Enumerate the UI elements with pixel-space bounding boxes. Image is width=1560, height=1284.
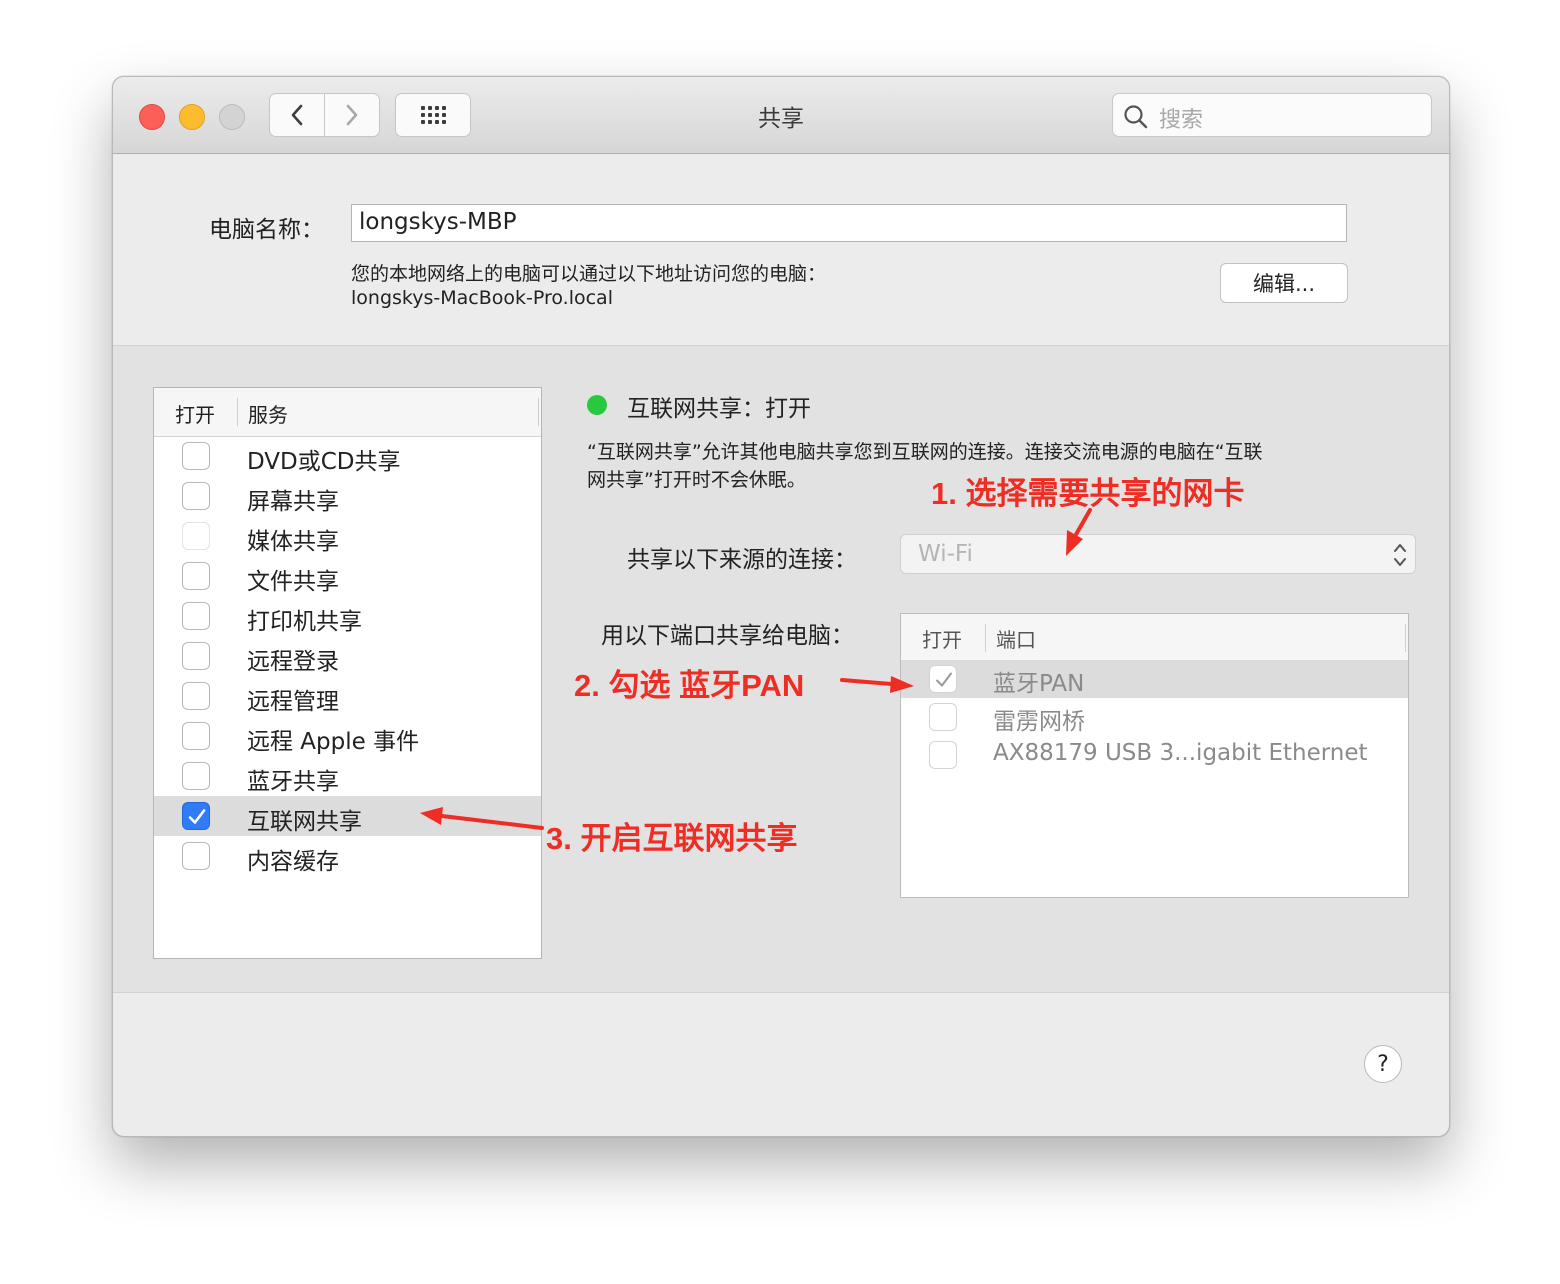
services-list-header: 打开 服务 [154, 388, 541, 437]
service-row-remote-management[interactable]: 远程管理 [154, 676, 541, 716]
computer-name-input[interactable]: longskys-MBP [351, 204, 1347, 242]
column-header-on[interactable]: 打开 [175, 399, 215, 428]
port-checkbox[interactable] [929, 703, 957, 731]
status-indicator [587, 395, 607, 415]
column-header-port[interactable]: 端口 [996, 624, 1036, 653]
local-address: longskys-MacBook-Pro.local [351, 287, 613, 309]
service-label: 远程登录 [247, 649, 339, 675]
service-row-content-cache[interactable]: 内容缓存 [154, 836, 541, 876]
service-row-file[interactable]: 文件共享 [154, 556, 541, 596]
service-checkbox[interactable] [182, 602, 210, 630]
help-button[interactable]: ? [1364, 1045, 1402, 1083]
checkmark-icon [188, 809, 206, 824]
service-row-printer[interactable]: 打印机共享 [154, 596, 541, 636]
search-icon [1124, 105, 1148, 129]
service-row-media[interactable]: 媒体共享 [154, 516, 541, 556]
sharing-description: “互联网共享”允许其他电脑共享您到互联网的连接。连接交流电源的电脑在“互联 [587, 441, 1263, 463]
sharing-window: 共享 搜索 电脑名称： longskys-MBP 您的本地网络上的电脑可以通过以… [112, 76, 1450, 1137]
source-connection-value: Wi-Fi [918, 541, 973, 567]
port-row-thunderbolt-bridge[interactable]: 雷雳网桥 [901, 698, 1408, 736]
annotation-step-3: 3. 开启互联网共享 [546, 821, 798, 856]
service-row-bluetooth[interactable]: 蓝牙共享 [154, 756, 541, 796]
search-placeholder: 搜索 [1159, 108, 1204, 133]
service-checkbox[interactable] [182, 522, 210, 550]
service-label: 互联网共享 [247, 809, 362, 835]
service-label: 打印机共享 [247, 609, 362, 635]
address-description: 您的本地网络上的电脑可以通过以下地址访问您的电脑： [351, 263, 827, 285]
source-connection-select[interactable]: Wi-Fi [900, 534, 1416, 574]
service-label: 蓝牙共享 [247, 769, 339, 795]
checkmark-icon [936, 672, 952, 687]
service-checkbox[interactable] [182, 642, 210, 670]
service-checkbox[interactable] [182, 482, 210, 510]
service-label: 内容缓存 [247, 849, 339, 875]
service-checkbox[interactable] [182, 562, 210, 590]
column-divider [1405, 624, 1406, 652]
column-header-service[interactable]: 服务 [248, 399, 288, 428]
ports-list[interactable]: 打开 端口 蓝牙PAN 雷雳网桥 AX88179 USB 3...igabit … [900, 613, 1409, 898]
edit-button[interactable]: 编辑... [1220, 263, 1348, 303]
service-label: DVD或CD共享 [247, 449, 401, 475]
sharing-status: 互联网共享：打开 [627, 396, 811, 422]
annotation-step-2: 2. 勾选 蓝牙PAN [574, 668, 805, 703]
service-label: 屏幕共享 [247, 489, 339, 515]
service-row-apple-events[interactable]: 远程 Apple 事件 [154, 716, 541, 756]
service-checkbox-checked[interactable] [182, 802, 210, 830]
service-checkbox[interactable] [182, 682, 210, 710]
computer-name-label: 电脑名称： [209, 217, 324, 243]
search-field[interactable]: 搜索 [1112, 93, 1432, 137]
sharing-description-cont: 网共享”打开时不会休眠。 [587, 469, 806, 491]
service-checkbox[interactable] [182, 842, 210, 870]
service-row-internet-sharing[interactable]: 互联网共享 [154, 796, 541, 836]
port-checkbox[interactable] [929, 741, 957, 769]
port-row-bluetooth-pan[interactable]: 蓝牙PAN [901, 660, 1408, 698]
port-checkbox-checked[interactable] [929, 665, 957, 693]
service-row-dvd[interactable]: DVD或CD共享 [154, 436, 541, 476]
service-label: 远程管理 [247, 689, 339, 715]
title-bar: 共享 搜索 [113, 77, 1449, 154]
port-label: 蓝牙PAN [993, 671, 1085, 697]
service-checkbox[interactable] [182, 762, 210, 790]
column-divider [985, 624, 986, 652]
column-header-on[interactable]: 打开 [922, 624, 962, 653]
ports-list-header: 打开 端口 [901, 614, 1408, 661]
column-divider [237, 398, 238, 426]
ports-label: 用以下端口共享给电脑： [601, 623, 854, 649]
service-label: 文件共享 [247, 569, 339, 595]
service-label: 远程 Apple 事件 [247, 729, 420, 755]
column-divider [538, 398, 539, 426]
service-label: 媒体共享 [247, 529, 339, 555]
updown-chevron-icon [1394, 544, 1406, 566]
port-row-usb-ethernet[interactable]: AX88179 USB 3...igabit Ethernet [901, 736, 1408, 774]
service-checkbox[interactable] [182, 722, 210, 750]
port-label: AX88179 USB 3...igabit Ethernet [993, 740, 1368, 766]
service-checkbox[interactable] [182, 442, 210, 470]
service-row-remote-login[interactable]: 远程登录 [154, 636, 541, 676]
annotation-step-1: 1. 选择需要共享的网卡 [931, 476, 1245, 511]
port-label: 雷雳网桥 [993, 709, 1085, 735]
services-list[interactable]: 打开 服务 DVD或CD共享 屏幕共享 媒体共享 文件共享 打印机共享 远程登录 [153, 387, 542, 959]
service-row-screen[interactable]: 屏幕共享 [154, 476, 541, 516]
source-connection-label: 共享以下来源的连接： [627, 547, 857, 573]
